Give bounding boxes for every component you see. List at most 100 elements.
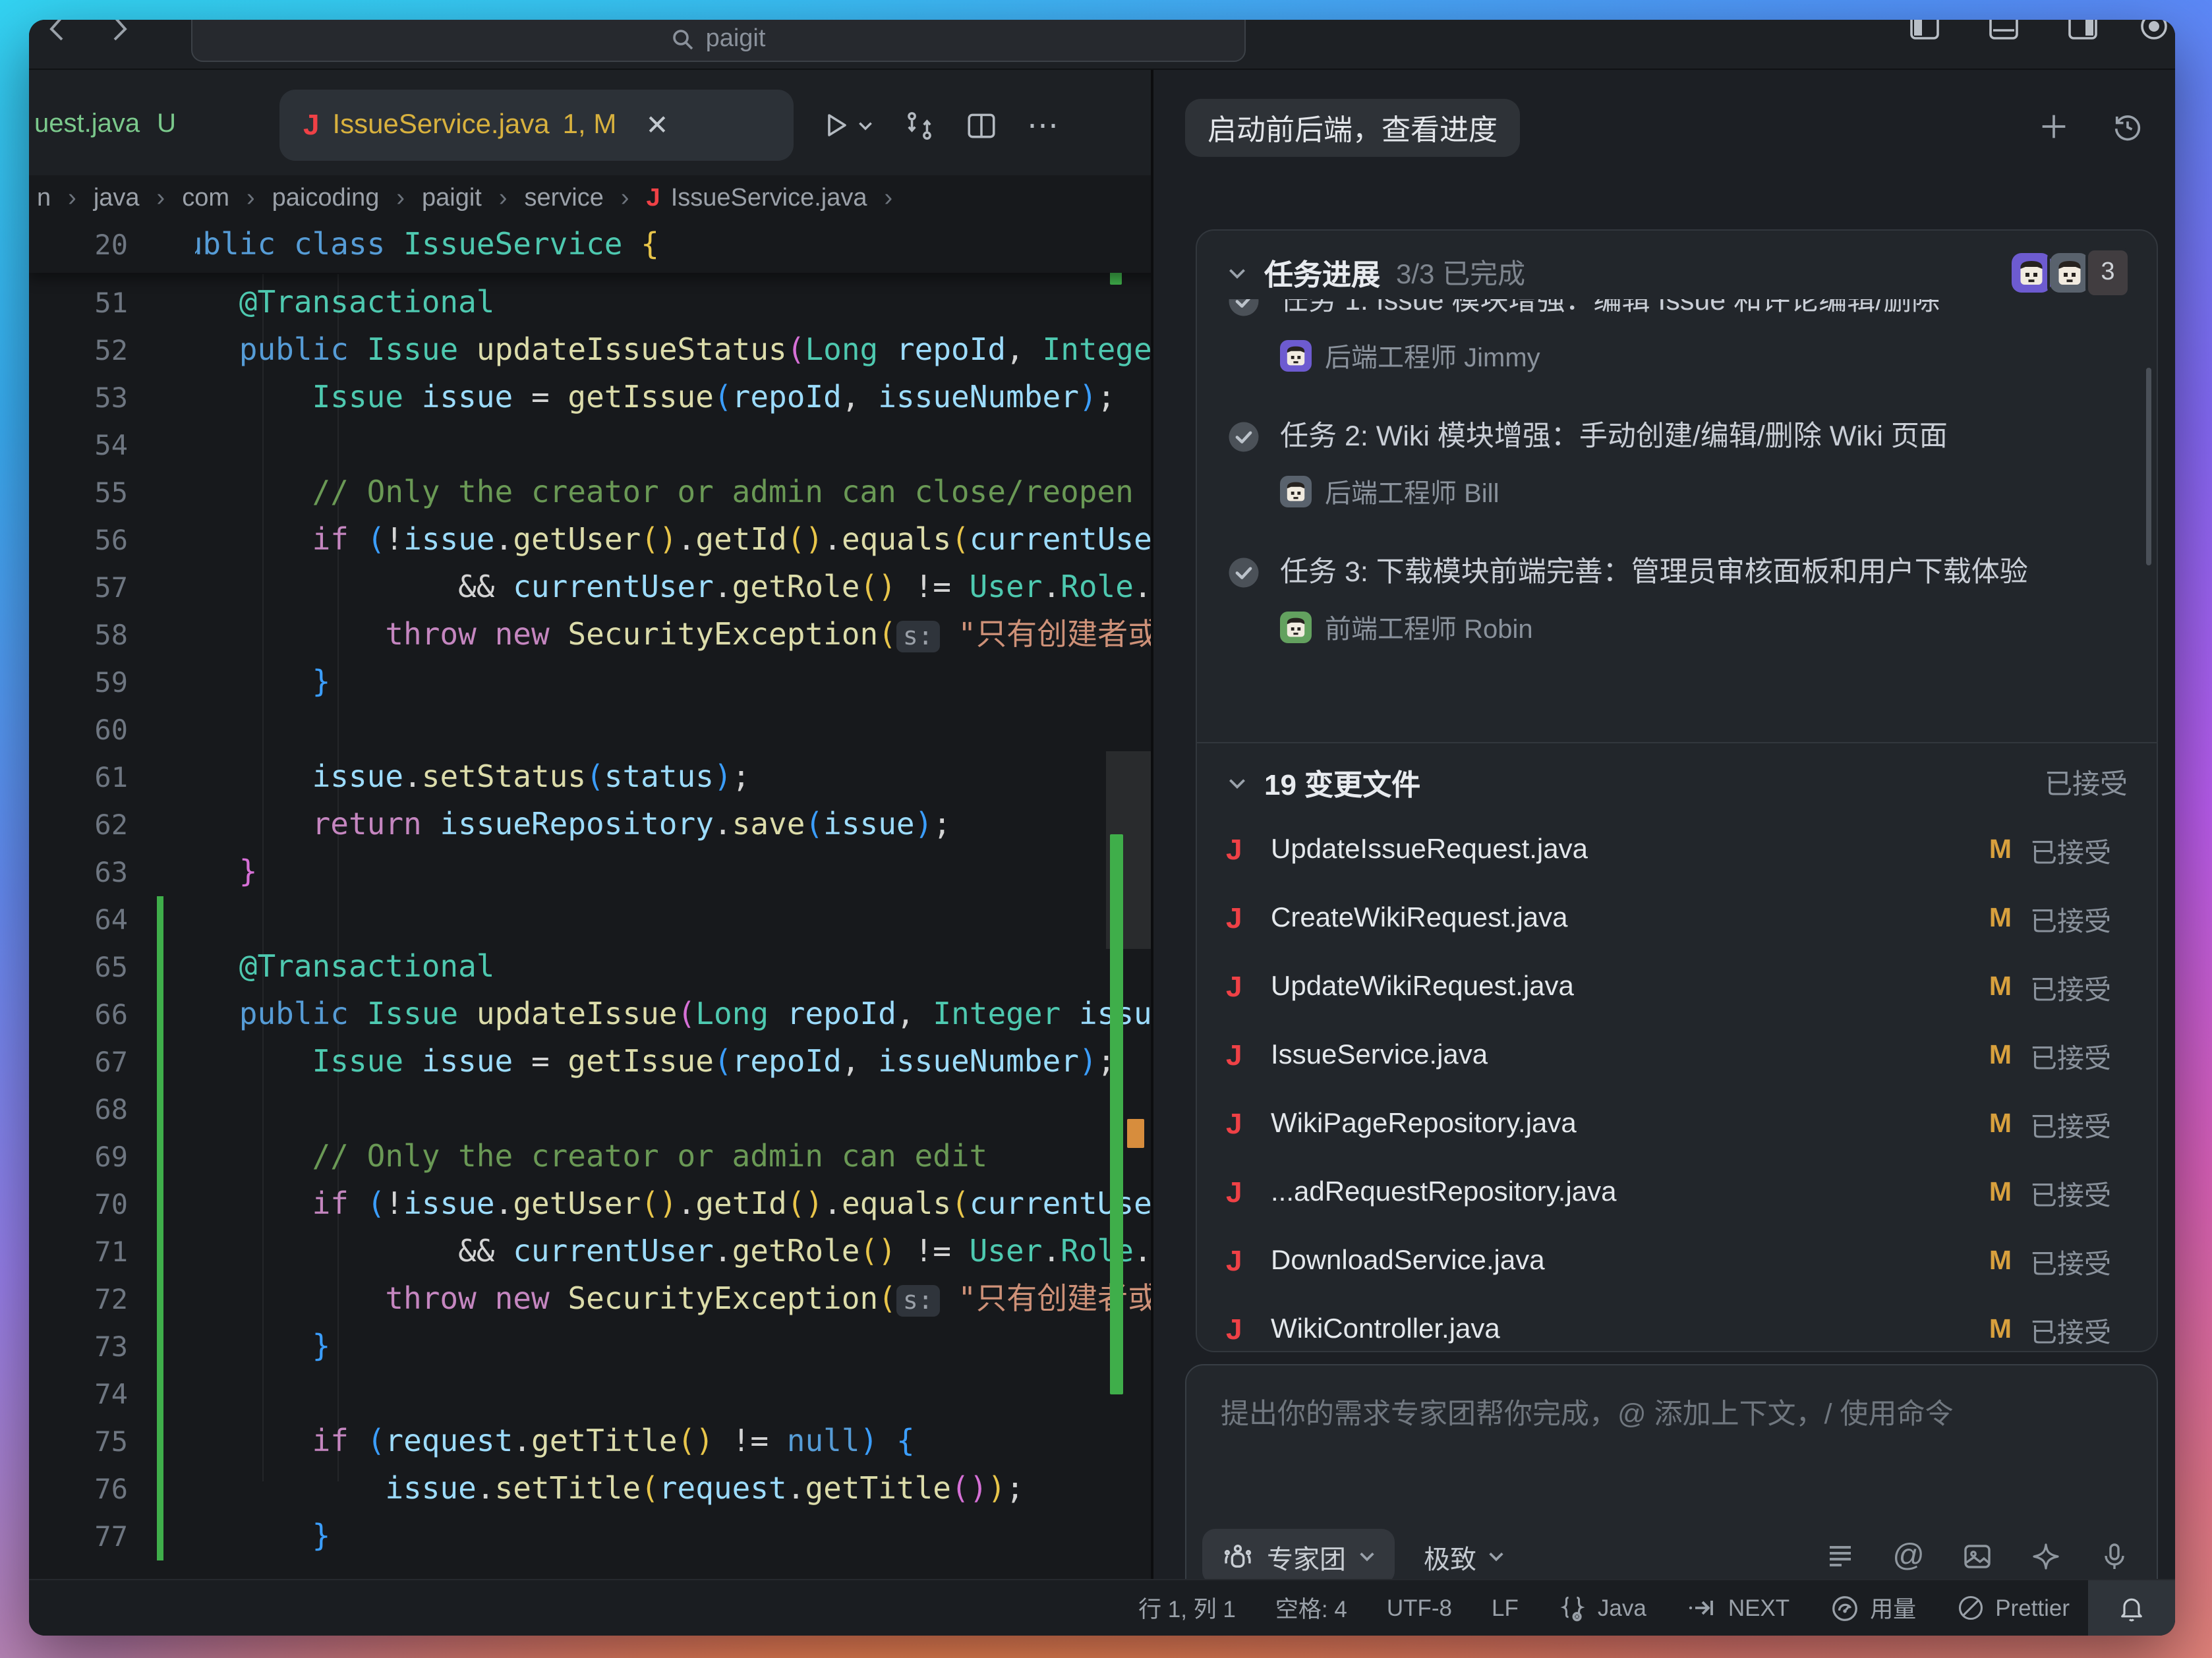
breadcrumb[interactable]: n›java›com›paicoding›paigit›service›JIss… (29, 175, 1151, 221)
file-row[interactable]: JWikiPageRepository.javaM已接受 (1226, 1101, 2128, 1148)
code-editor[interactable]: @Transactional51 public Issue updateIssu… (29, 221, 1151, 1579)
breadcrumb-item[interactable]: IssueService.java (671, 184, 867, 213)
task-title: 任务 3: 下载模块前端完善：管理员审核面板和用户下载体验 (1280, 552, 2028, 592)
code-line[interactable]: 60 (29, 706, 1151, 754)
code-line[interactable]: 64 (29, 896, 1151, 944)
code-line[interactable]: if (!issue.getUser().getId().equals(curr… (29, 1181, 1151, 1228)
code-line[interactable]: 68 (29, 1086, 1151, 1133)
image-attach-icon[interactable] (1962, 1541, 1993, 1572)
breadcrumb-item[interactable]: java (94, 184, 140, 213)
code-line[interactable]: // Only the creator or admin can edit69 (29, 1133, 1151, 1181)
task-item[interactable]: 任务 3: 下载模块前端完善：管理员审核面板和用户下载体验 前端工程师 Robi… (1226, 552, 2125, 646)
code-line[interactable]: public Issue updateIssue(Long repoId, In… (29, 991, 1151, 1039)
toggle-right-sidebar-icon[interactable] (2067, 20, 2099, 42)
forward-arrow-icon[interactable] (103, 20, 134, 43)
breadcrumb-item[interactable]: com (182, 184, 229, 213)
close-icon[interactable]: ✕ (645, 109, 668, 142)
code-line[interactable]: throw new SecurityException(s: "只有创建者或管理… (29, 1276, 1151, 1323)
tab-partial-file[interactable]: uest.java U (34, 109, 176, 140)
task-item[interactable]: 任务 2: Wiki 模块增强：手动创建/编辑/删除 Wiki 页面 后端工程师… (1226, 416, 2125, 510)
chat-input-box[interactable]: 提出你的需求专家团帮你完成，@ 添加上下文，/ 使用命令 专家团 (1185, 1364, 2158, 1604)
task-card-header[interactable]: 任务进展 3/3 已完成 3 (1226, 249, 2130, 297)
code-line[interactable]: throw new SecurityException(s: "只有创建者或管理… (29, 612, 1151, 659)
code-line[interactable]: if (request.getTitle() != null) {75 (29, 1418, 1151, 1466)
task-scrollbar-thumb[interactable] (2146, 368, 2151, 565)
mention-icon[interactable]: @ (1892, 1541, 1925, 1572)
modified-line-indicator (157, 944, 163, 991)
changed-files-header[interactable]: 19 变更文件 已接受 (1226, 760, 2128, 805)
queue-list-icon[interactable] (1824, 1541, 1855, 1572)
file-row[interactable]: JWikiController.javaM已接受 (1226, 1306, 2128, 1351)
editor-vertical-scrollbar[interactable] (1106, 221, 1151, 1579)
ai-chat-panel: 启动前后端，查看进度 任务进展 (1153, 70, 2175, 1579)
status-item-lf[interactable]: LF (1492, 1594, 1519, 1622)
file-row[interactable]: JUpdateWikiRequest.javaM已接受 (1226, 963, 2128, 1011)
code-text: issue.setStatus(status); (166, 754, 750, 801)
agent-selector[interactable]: 专家团 (1202, 1529, 1395, 1584)
code-line[interactable]: @Transactional65 (29, 944, 1151, 991)
sticky-scroll-line[interactable]: public class IssueService {20 (29, 221, 1151, 273)
microphone-icon[interactable] (2099, 1541, 2130, 1572)
toggle-bottom-panel-icon[interactable] (1988, 20, 2020, 42)
status-item-utf-8[interactable]: UTF-8 (1387, 1594, 1452, 1622)
status-item-next[interactable]: NEXT (1686, 1592, 1790, 1624)
code-line[interactable]: && currentUser.getRole() != User.Role.AD… (29, 1228, 1151, 1276)
code-line[interactable]: public class IssueService {20 (29, 221, 1151, 272)
code-line[interactable]: if (!issue.getUser().getId().equals(curr… (29, 517, 1151, 564)
file-accepted-label: 已接受 (2030, 830, 2128, 870)
back-arrow-icon[interactable] (42, 20, 74, 43)
code-line[interactable]: 54 (29, 422, 1151, 469)
status-item-用量[interactable]: 用量 (1829, 1591, 1916, 1624)
file-row[interactable]: JUpdateIssueRequest.javaM已接受 (1226, 826, 2128, 874)
code-line[interactable]: 74 (29, 1371, 1151, 1418)
file-row[interactable]: JIssueService.javaM已接受 (1226, 1032, 2128, 1079)
task-item[interactable]: 任务 1: Issue 模块增强：编辑 Issue 和评论编辑/删除 后端工程师… (1226, 299, 2125, 374)
model-selector[interactable]: 极致 (1424, 1537, 1505, 1576)
status-item-行-1-列-1[interactable]: 行 1, 列 1 (1138, 1591, 1236, 1624)
tab-issueservice[interactable]: J IssueService.java 1, M ✕ (279, 90, 794, 161)
status-item-java[interactable]: Java (1558, 1593, 1646, 1622)
history-icon[interactable] (2110, 109, 2145, 144)
modified-line-indicator (157, 1466, 163, 1513)
code-line[interactable]: Issue issue = getIssue(repoId, issueNumb… (29, 374, 1151, 422)
run-button[interactable] (820, 109, 874, 141)
task-scroll-area[interactable]: 任务 1: Issue 模块增强：编辑 Issue 和评论编辑/删除 后端工程师… (1226, 299, 2143, 724)
breadcrumb-item[interactable]: service (525, 184, 604, 213)
code-line[interactable]: public Issue updateIssueStatus(Long repo… (29, 327, 1151, 374)
command-center-search[interactable]: paigit (191, 20, 1246, 62)
breadcrumb-item[interactable]: paicoding (272, 184, 380, 213)
chevron-down-icon (1487, 1547, 1505, 1566)
breadcrumb-item[interactable]: paigit (422, 184, 482, 213)
toggle-left-sidebar-icon[interactable] (1909, 20, 1940, 42)
java-file-icon: J (1226, 833, 1252, 867)
split-editor-icon[interactable] (965, 109, 998, 142)
code-line[interactable]: }59 (29, 659, 1151, 706)
code-line[interactable]: }63 (29, 849, 1151, 896)
chat-input-placeholder[interactable]: 提出你的需求专家团帮你完成，@ 添加上下文，/ 使用命令 (1221, 1392, 2122, 1433)
code-line[interactable]: Issue issue = getIssue(repoId, issueNumb… (29, 1039, 1151, 1086)
code-line[interactable]: issue.setTitle(request.getTitle());76 (29, 1466, 1151, 1513)
more-actions-icon[interactable]: ⋯ (1027, 106, 1061, 144)
status-item-空格-4[interactable]: 空格: 4 (1275, 1591, 1347, 1624)
new-chat-icon[interactable] (2037, 109, 2071, 144)
account-icon[interactable] (2138, 20, 2170, 42)
line-number: 58 (29, 612, 128, 659)
code-line[interactable]: @Transactional51 (29, 279, 1151, 327)
line-number: 51 (29, 279, 128, 327)
user-message-chip[interactable]: 启动前后端，查看进度 (1185, 99, 1520, 157)
code-line[interactable]: // Only the creator or admin can close/r… (29, 469, 1151, 517)
open-changes-icon[interactable] (903, 109, 936, 142)
file-row[interactable]: J...adRequestRepository.javaM已接受 (1226, 1169, 2128, 1216)
enhance-prompt-icon[interactable] (2030, 1541, 2062, 1572)
code-line[interactable]: return issueRepository.save(issue);62 (29, 801, 1151, 849)
file-row[interactable]: JDownloadService.javaM已接受 (1226, 1238, 2128, 1285)
agent-avatar-cluster[interactable]: 3 (2016, 248, 2130, 298)
notifications-button[interactable] (2088, 1580, 2175, 1636)
breadcrumb-item[interactable]: n (37, 184, 51, 213)
code-line[interactable]: }77 (29, 1513, 1151, 1560)
status-item-prettier[interactable]: Prettier (1956, 1593, 2070, 1622)
code-line[interactable]: && currentUser.getRole() != User.Role.AD… (29, 564, 1151, 612)
file-row[interactable]: JCreateWikiRequest.javaM已接受 (1226, 895, 2128, 942)
code-line[interactable]: }73 (29, 1323, 1151, 1371)
code-line[interactable]: issue.setStatus(status);61 (29, 754, 1151, 801)
